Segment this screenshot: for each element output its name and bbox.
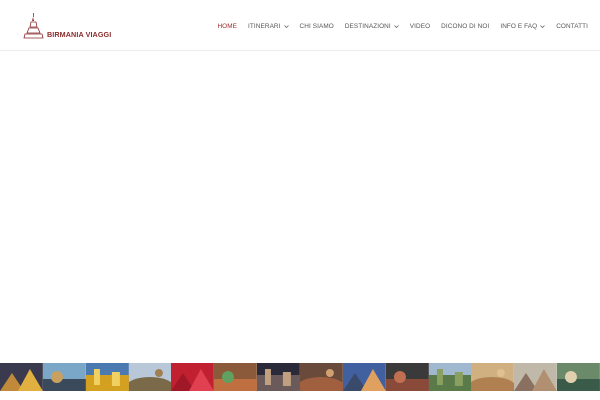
photo-thumbnail-market-basket[interactable] [214,363,258,391]
nav-item-dicono-di-noi[interactable]: DICONO DI NOI [441,23,489,30]
photo-thumbnail-bagan-plains[interactable] [128,363,172,391]
chevron-down-icon [394,24,399,29]
nav-item-itinerari[interactable]: ITINERARI [248,23,289,30]
photo-thumbnail-travellers-group[interactable] [557,363,600,391]
photo-thumbnail-green-valley[interactable] [428,363,472,391]
photo-thumbnail-mountain-sunset[interactable] [342,363,386,391]
photo-thumbnail-temple-dancers[interactable] [0,363,43,391]
nav-item-chi-siamo[interactable]: CHI SIAMO [300,23,334,30]
photo-thumbnail-red-robes[interactable] [171,363,215,391]
pagoda-crescent-logo-icon [14,12,44,39]
site-header: BIRMANIA VIAGGI HOME ITINERARI CHI SIAMO DE… [0,0,600,51]
photo-thumbnail-river-workers[interactable] [471,363,515,391]
nav-item-destinazioni[interactable]: DESTINAZIONI [345,23,399,30]
main-content-area [0,52,600,363]
nav-item-label: INFO E FAQ [500,22,538,30]
main-navigation: HOME ITINERARI CHI SIAMO DESTINAZIONI VIDEO D… [206,19,588,33]
chevron-down-icon [283,24,289,29]
nav-item-home[interactable]: HOME [217,23,237,30]
nav-item-label: VIDEO [409,22,431,30]
site-logo[interactable]: BIRMANIA VIAGGI [14,10,114,42]
chevron-down-icon [540,24,545,29]
nav-item-label: CHI SIAMO [299,22,334,30]
nav-item-label: HOME [217,22,238,30]
photo-thumbnail-crowd-night[interactable] [257,363,301,391]
photo-thumbnail-market-stalls[interactable] [300,363,343,391]
photo-thumbnail-golden-pagoda[interactable] [85,363,129,391]
photo-thumbnail-dusty-field[interactable] [514,363,558,391]
photo-thumbnail-village-people[interactable] [385,363,429,391]
nav-item-video[interactable]: VIDEO [410,23,430,30]
nav-item-label: ITINERARI [248,22,281,30]
nav-item-label: CONTATTI [556,22,588,30]
nav-item-label: DESTINAZIONI [344,22,391,30]
nav-item-info-e-faq[interactable]: INFO E FAQ [500,23,545,30]
nav-item-contatti[interactable]: CONTATTI [556,23,588,30]
brand-name: BIRMANIA VIAGGI [47,30,112,39]
photo-strip [0,363,600,391]
nav-item-label: DICONO DI NOI [441,22,490,30]
photo-thumbnail-lake-boats[interactable] [42,363,86,391]
